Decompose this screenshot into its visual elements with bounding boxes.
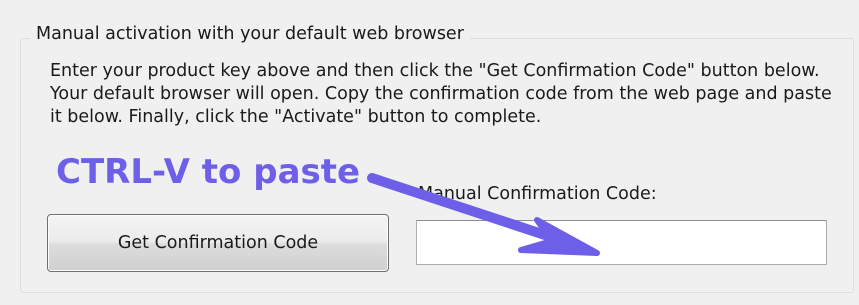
confirmation-code-label: Manual Confirmation Code: bbox=[418, 184, 657, 204]
confirmation-code-input[interactable] bbox=[416, 220, 827, 265]
paste-annotation: CTRL-V to paste bbox=[56, 152, 361, 192]
activation-instructions: Enter your product key above and then cl… bbox=[50, 61, 832, 127]
get-confirmation-code-button[interactable]: Get Confirmation Code bbox=[47, 214, 389, 272]
groupbox-title: Manual activation with your default web … bbox=[30, 22, 470, 46]
